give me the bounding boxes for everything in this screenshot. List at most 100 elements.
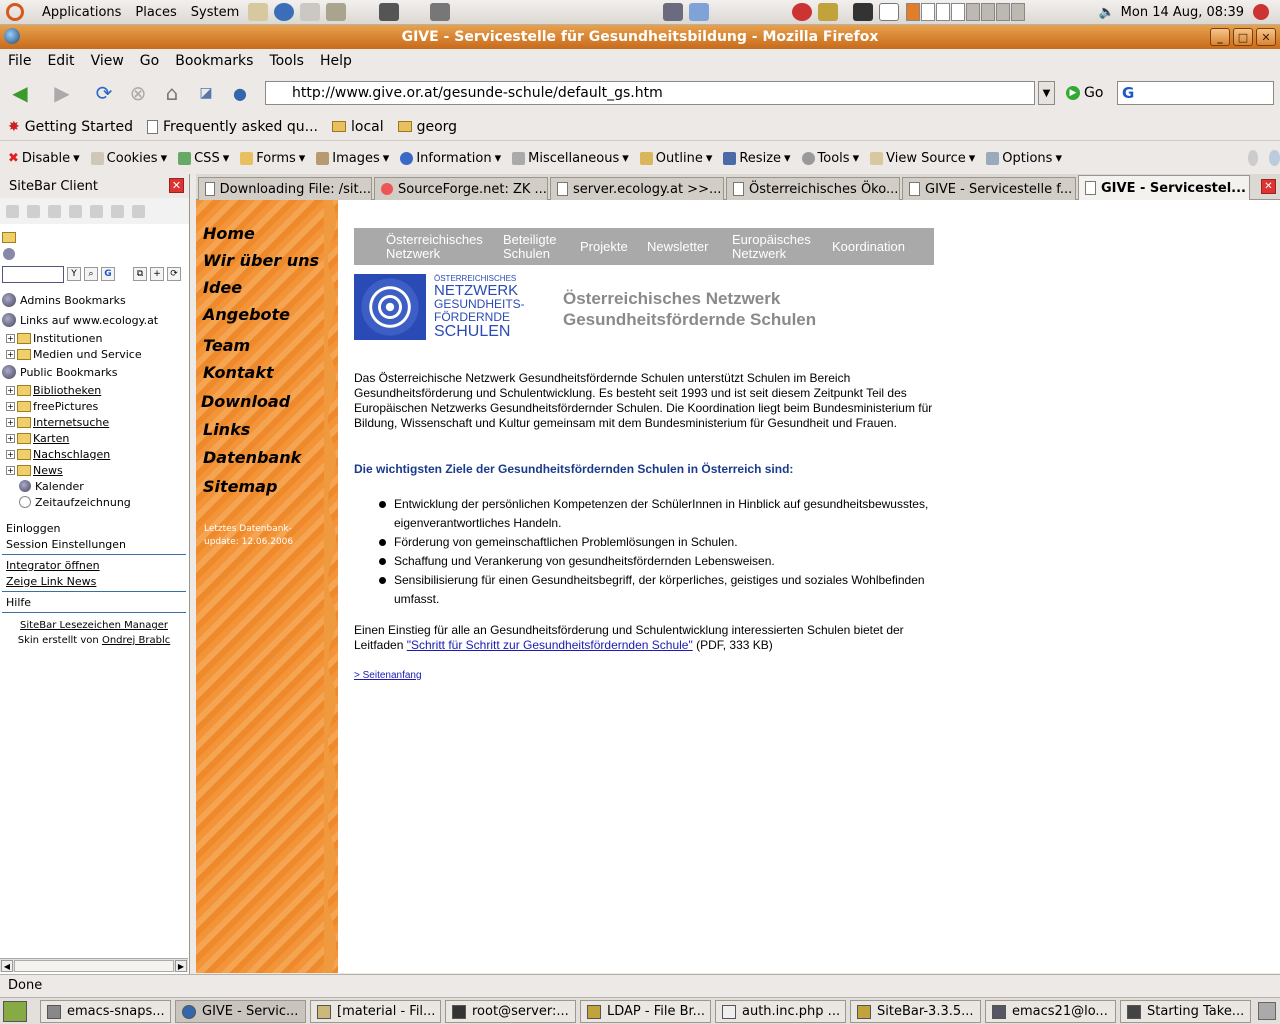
sidebar-close-button[interactable]: ✕ xyxy=(169,178,184,193)
topnav-koordination[interactable]: Koordination xyxy=(832,240,905,254)
task-emacs21[interactable]: emacs21@lo... xyxy=(985,1000,1116,1023)
task-root-server[interactable]: root@server:... xyxy=(445,1000,576,1023)
refresh-icon[interactable]: ⟳ xyxy=(167,267,181,281)
camera-icon[interactable] xyxy=(379,3,400,21)
tree-folder-institutionen[interactable]: + Institutionen xyxy=(2,330,188,346)
places-menu[interactable]: Places xyxy=(135,5,176,20)
task-give[interactable]: GIVE - Servic... xyxy=(175,1000,306,1023)
dev-options[interactable]: Options ▾ xyxy=(986,151,1062,166)
task-take-screenshot[interactable]: Starting Take... xyxy=(1120,1000,1251,1023)
terminal-launcher-icon[interactable] xyxy=(663,3,684,21)
bookmark-getting-started[interactable]: ✸ Getting Started xyxy=(8,119,133,135)
scroll-thumb[interactable] xyxy=(14,960,174,972)
menu-bookmarks[interactable]: Bookmarks xyxy=(175,53,253,69)
workspace-8[interactable] xyxy=(1011,3,1026,21)
terminal-icon[interactable] xyxy=(853,3,874,21)
folder-icon[interactable] xyxy=(2,232,16,243)
nav-home[interactable]: Home xyxy=(203,224,255,243)
nav-sitemap[interactable]: Sitemap xyxy=(203,477,277,496)
go-button[interactable]: ▶ Go xyxy=(1066,85,1103,101)
maximize-button[interactable]: □ xyxy=(1233,28,1253,46)
dev-resize[interactable]: Resize ▾ xyxy=(723,151,791,166)
task-ldap[interactable]: LDAP - File Br... xyxy=(580,1000,711,1023)
ubuntu-logo-icon[interactable] xyxy=(6,3,24,21)
tree-folder-karten[interactable]: + Karten xyxy=(2,430,188,446)
prev-icon[interactable] xyxy=(111,204,124,218)
nav-angebote[interactable]: Angebote xyxy=(203,305,290,324)
find-folder-icon[interactable]: ⌕ xyxy=(84,267,98,281)
calculator-icon[interactable] xyxy=(430,3,451,21)
help-link[interactable]: Hilfe xyxy=(0,594,188,610)
page-icon[interactable] xyxy=(90,204,103,218)
author-link[interactable]: Ondrej Brablc xyxy=(102,635,170,646)
tab-sourceforge[interactable]: SourceForge.net: ZK ... xyxy=(374,177,548,200)
tree-folder-internetsuche[interactable]: + Internetsuche xyxy=(2,414,188,430)
dev-info-icon[interactable] xyxy=(1269,150,1280,166)
clock[interactable]: Mon 14 Aug, 08:39 xyxy=(1121,5,1244,20)
bookmark-faq[interactable]: Frequently asked qu... xyxy=(146,119,318,135)
dev-tools[interactable]: Tools ▾ xyxy=(801,151,859,166)
nav-team[interactable]: Team xyxy=(203,336,250,355)
dev-information[interactable]: Information ▾ xyxy=(400,151,501,166)
nav-kontakt[interactable]: Kontakt xyxy=(203,363,274,382)
close-window-button[interactable]: ✕ xyxy=(1256,28,1276,46)
tree-folder-bibliotheken[interactable]: + Bibliotheken xyxy=(2,382,188,398)
firefox-launcher-icon[interactable] xyxy=(274,3,295,21)
menu-file[interactable]: File xyxy=(8,53,31,69)
tab-give-active[interactable]: GIVE - Servicestel... xyxy=(1078,175,1250,200)
tree-folder-news[interactable]: + News xyxy=(2,462,188,478)
minimize-button[interactable]: _ xyxy=(1210,28,1230,46)
scroll-right-icon[interactable]: ▶ xyxy=(175,960,187,972)
screenshot-icon[interactable] xyxy=(689,3,710,21)
sitebar-manager-link[interactable]: SiteBar Lesezeichen Manager xyxy=(20,620,168,631)
topnav-projekte[interactable]: Projekte xyxy=(580,240,628,254)
workspace-7[interactable] xyxy=(996,3,1011,21)
expand-icon[interactable]: + xyxy=(150,267,164,281)
google-icon[interactable]: G xyxy=(1122,84,1134,102)
link-icon[interactable] xyxy=(69,204,82,218)
scroll-left-icon[interactable]: ◀ xyxy=(1,960,13,972)
tab-give-1[interactable]: GIVE - Servicestelle f... xyxy=(902,177,1076,200)
workspace-6[interactable] xyxy=(981,3,996,21)
task-emacs-snaps[interactable]: emacs-snaps... xyxy=(40,1000,171,1023)
logout-icon[interactable] xyxy=(1253,4,1269,20)
back-button[interactable]: ◀ xyxy=(6,79,34,107)
check-icon[interactable] xyxy=(6,204,19,218)
notes-icon[interactable] xyxy=(818,3,839,21)
menu-go[interactable]: Go xyxy=(140,53,159,69)
search-input[interactable]: G xyxy=(1117,81,1274,105)
workspace-2[interactable] xyxy=(921,3,936,21)
tab-server-ecology[interactable]: server.ecology.at >>... xyxy=(550,177,724,200)
task-material[interactable]: [material - Fil... xyxy=(310,1000,441,1023)
info-icon[interactable] xyxy=(27,204,40,218)
gimp-icon[interactable] xyxy=(326,3,347,21)
menu-view[interactable]: View xyxy=(91,53,124,69)
tree-folder-medien[interactable]: + Medien und Service xyxy=(2,346,188,362)
guide-pdf-link[interactable]: "Schritt für Schritt zur Gesundheitsförd… xyxy=(407,638,693,652)
translate-icon[interactable]: ◪ xyxy=(192,79,220,107)
link-news-link[interactable]: Zeige Link News xyxy=(0,573,188,589)
workspace-switcher[interactable] xyxy=(906,3,1026,21)
home-icon[interactable] xyxy=(48,204,61,218)
dev-images[interactable]: Images ▾ xyxy=(316,151,389,166)
tree-folder-freepictures[interactable]: + freePictures xyxy=(2,398,188,414)
nav-wir-ueber-uns[interactable]: Wir über uns xyxy=(203,251,319,270)
menu-help[interactable]: Help xyxy=(320,53,352,69)
workspace-5[interactable] xyxy=(966,3,981,21)
tree-admins-bookmarks[interactable]: Admins Bookmarks xyxy=(2,290,188,310)
system-menu[interactable]: System xyxy=(191,5,239,20)
show-desktop-button[interactable] xyxy=(3,1001,27,1022)
bookmark-folder-local[interactable]: local xyxy=(331,119,384,135)
url-input[interactable]: http://www.give.or.at/gesunde-schule/def… xyxy=(265,81,1035,105)
globe-icon[interactable]: ● xyxy=(226,79,254,107)
filter-icon[interactable]: Y xyxy=(67,267,81,281)
close-tab-button[interactable]: ✕ xyxy=(1261,179,1276,194)
workspace-3[interactable] xyxy=(936,3,951,21)
reload-icon[interactable]: ⟳ xyxy=(90,79,118,107)
tree-zeitaufzeichnung[interactable]: Zeitaufzeichnung xyxy=(2,494,188,510)
window-titlebar[interactable]: GIVE - Servicestelle für Gesundheitsbild… xyxy=(0,25,1280,49)
copy-icon[interactable]: ⧉ xyxy=(133,267,147,281)
tab-oesterreichisches[interactable]: Österreichisches Öko... xyxy=(726,177,900,200)
nav-download[interactable]: Download xyxy=(201,392,290,411)
google-search-icon[interactable]: G xyxy=(101,267,115,281)
